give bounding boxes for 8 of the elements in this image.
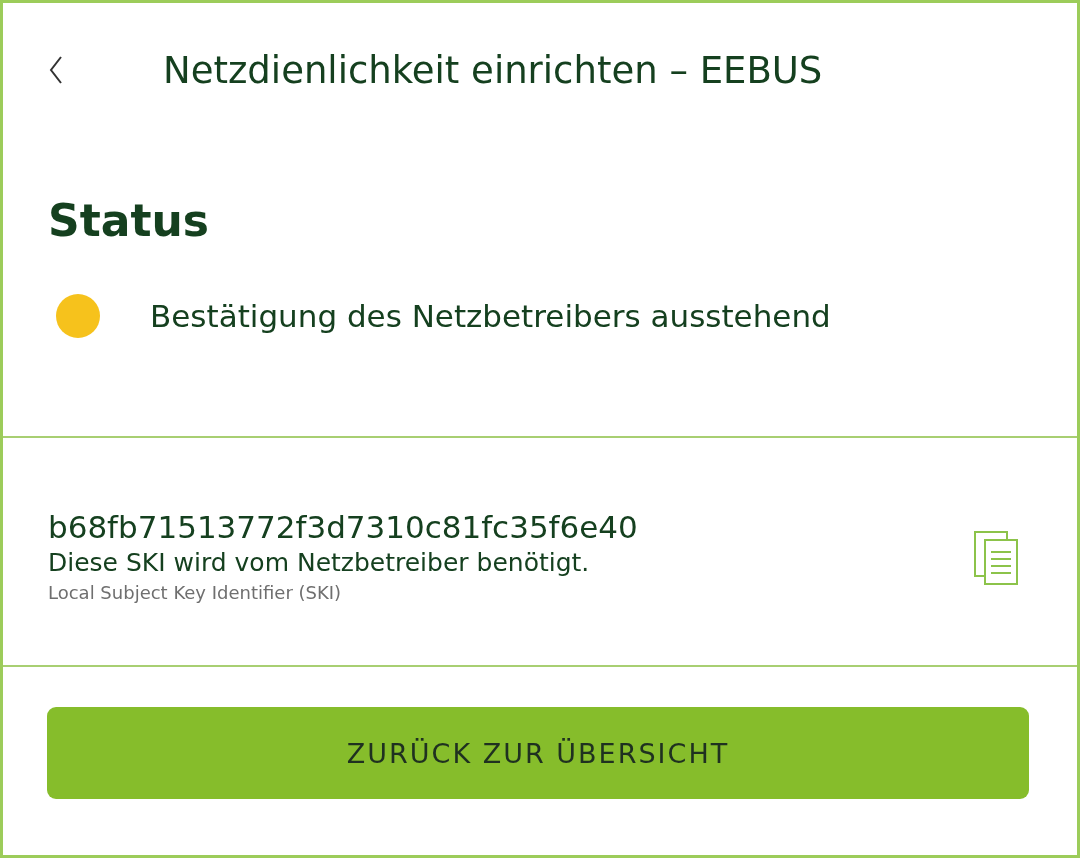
screen-title: Netzdienlichkeit einrichten – EEBUS (163, 48, 823, 92)
back-icon[interactable] (49, 55, 63, 85)
ski-label: Local Subject Key Identifier (SKI) (48, 580, 343, 605)
status-text: Bestätigung des Netzbetreibers ausstehend (150, 298, 831, 334)
section-heading: Status (48, 195, 210, 246)
ski-value: b68fb71513772f3d7310c81fc35f6e40 (48, 507, 638, 547)
back-to-overview-button[interactable]: ZURÜCK ZUR ÜBERSICHT (47, 707, 1029, 799)
ski-description: Diese SKI wird vom Netzbetreiber benötigt. (48, 546, 591, 579)
